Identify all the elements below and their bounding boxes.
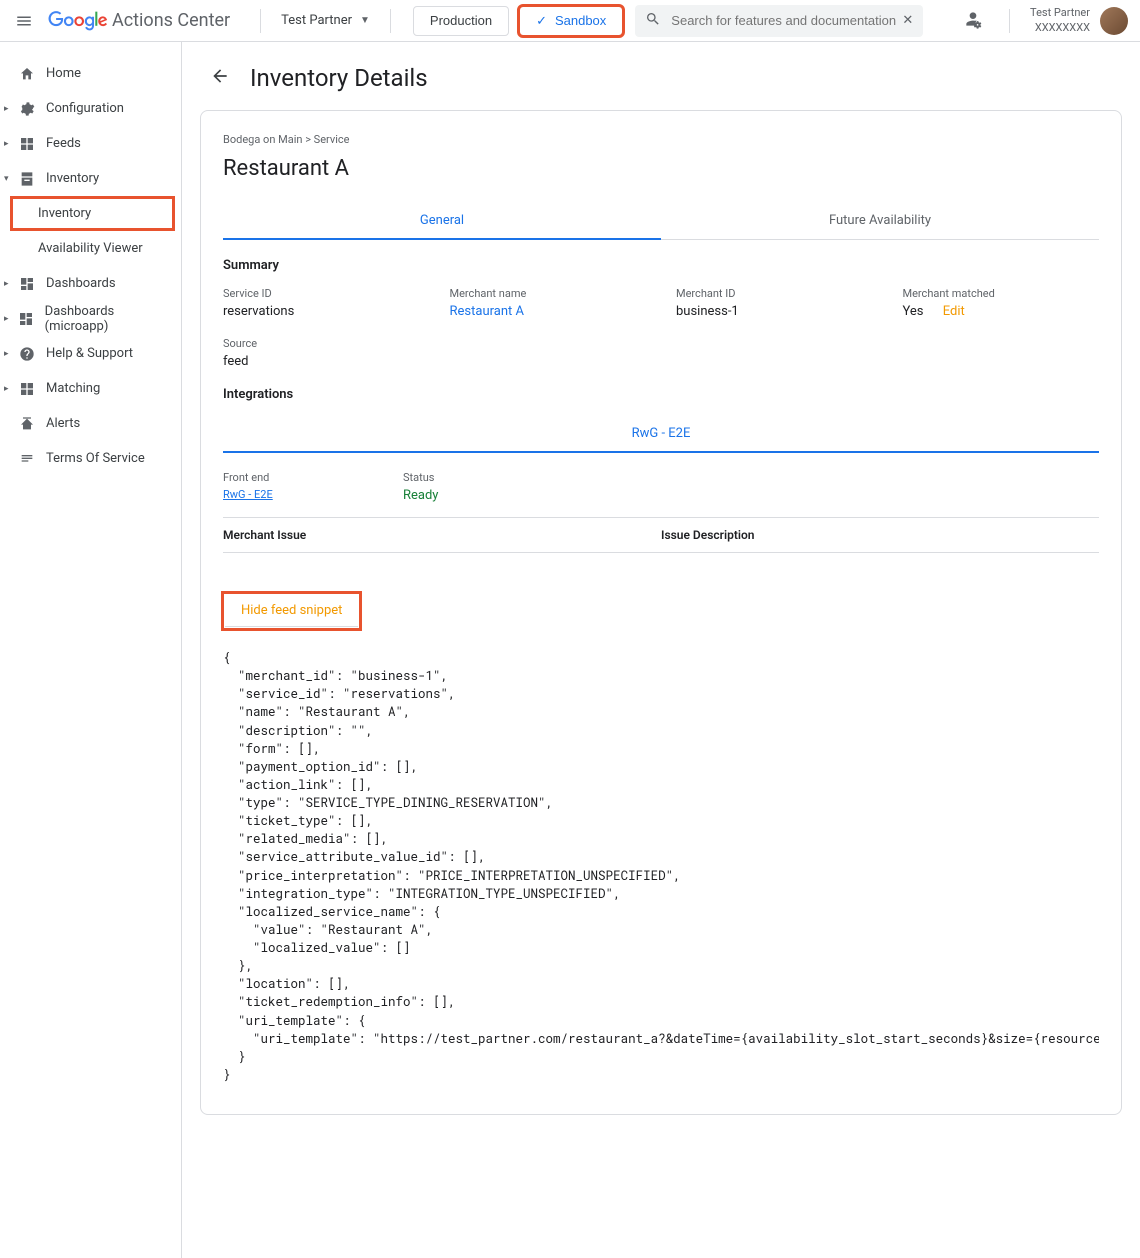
nav-help[interactable]: ▸ Help & Support xyxy=(0,336,181,371)
product-name: Actions Center xyxy=(112,10,230,31)
search-input[interactable] xyxy=(671,13,902,28)
tab-future-availability[interactable]: Future Availability xyxy=(661,203,1099,239)
document-icon xyxy=(18,451,36,467)
grid-icon xyxy=(18,136,36,152)
user-name: Test Partner xyxy=(1030,6,1090,20)
merchant-id-value: business-1 xyxy=(676,304,873,319)
merchant-id-label: Merchant ID xyxy=(676,287,873,300)
nav-dashboards[interactable]: ▸ Dashboards xyxy=(0,266,181,301)
breadcrumb: Bodega on Main > Service xyxy=(223,133,1099,146)
main-content: Inventory Details Bodega on Main > Servi… xyxy=(182,42,1140,1258)
alert-icon xyxy=(18,416,36,432)
source-value: feed xyxy=(223,354,420,369)
grid-icon xyxy=(18,381,36,397)
service-id-label: Service ID xyxy=(223,287,420,300)
source-label: Source xyxy=(223,337,420,350)
service-id-value: reservations xyxy=(223,304,420,319)
nav-alerts[interactable]: Alerts xyxy=(0,406,181,441)
inventory-icon xyxy=(18,171,36,187)
chevron-right-icon: ▸ xyxy=(4,104,9,114)
nav-configuration[interactable]: ▸ Configuration xyxy=(0,91,181,126)
nav-feeds[interactable]: ▸ Feeds xyxy=(0,126,181,161)
check-icon: ✓ xyxy=(536,13,547,29)
integration-tab[interactable]: RwG - E2E xyxy=(223,416,1099,453)
frontend-label: Front end xyxy=(223,471,373,484)
nav-availability-viewer[interactable]: Availability Viewer xyxy=(0,231,181,266)
feed-snippet-code: { "merchant_id": "business-1", "service_… xyxy=(223,649,1099,1084)
chevron-right-icon: ▸ xyxy=(4,349,9,359)
menu-icon[interactable] xyxy=(12,9,36,33)
search-icon xyxy=(645,11,661,31)
dashboard-icon xyxy=(18,311,35,327)
divider xyxy=(260,9,261,33)
tab-general[interactable]: General xyxy=(223,203,661,240)
merchant-matched-label: Merchant matched xyxy=(903,287,1100,300)
nav-inventory[interactable]: ▾ Inventory xyxy=(0,161,181,196)
frontend-link[interactable]: RwG - E2E xyxy=(223,488,373,501)
chevron-right-icon: ▸ xyxy=(4,139,9,149)
chevron-down-icon: ▾ xyxy=(4,174,9,184)
merchant-name-link[interactable]: Restaurant A xyxy=(450,304,647,319)
nav-inventory-sub[interactable]: Inventory xyxy=(10,196,175,231)
issue-col-description: Issue Description xyxy=(661,528,1099,542)
nav-dashboards-micro[interactable]: ▸ Dashboards (microapp) xyxy=(0,301,181,336)
help-icon xyxy=(18,346,36,362)
edit-link[interactable]: Edit xyxy=(943,304,965,319)
status-label: Status xyxy=(403,471,1099,484)
divider xyxy=(1009,9,1010,33)
merchant-matched-value: Yes xyxy=(903,304,924,319)
user-sub: XXXXXXXX xyxy=(1030,21,1090,35)
sidebar: Home ▸ Configuration ▸ Feeds ▾ Inventory… xyxy=(0,42,182,1258)
nav-tos[interactable]: Terms Of Service xyxy=(0,441,181,476)
search-box[interactable]: ✕ xyxy=(635,5,923,37)
production-button[interactable]: Production xyxy=(413,6,509,36)
entity-title: Restaurant A xyxy=(223,156,1099,181)
chevron-right-icon: ▸ xyxy=(4,384,9,394)
nav-matching[interactable]: ▸ Matching xyxy=(0,371,181,406)
settings-people-icon[interactable] xyxy=(963,9,983,33)
chevron-right-icon: ▸ xyxy=(4,279,9,289)
tabs: General Future Availability xyxy=(223,203,1099,240)
page-title: Inventory Details xyxy=(250,64,428,92)
section-integrations: Integrations xyxy=(223,387,1099,402)
logo[interactable]: Actions Center xyxy=(48,10,230,31)
avatar[interactable] xyxy=(1100,7,1128,35)
close-icon[interactable]: ✕ xyxy=(902,13,913,28)
partner-selector[interactable]: Test Partner ▼ xyxy=(273,13,378,28)
divider xyxy=(390,9,391,33)
hide-feed-snippet-button[interactable]: Hide feed snippet xyxy=(225,595,358,627)
chevron-right-icon: ▸ xyxy=(4,314,9,324)
back-arrow-icon[interactable] xyxy=(210,66,230,90)
home-icon xyxy=(18,66,36,82)
user-menu[interactable]: Test Partner XXXXXXXX xyxy=(1030,6,1128,35)
issue-col-merchant: Merchant Issue xyxy=(223,528,661,542)
status-value: Ready xyxy=(403,488,1099,503)
nav-home[interactable]: Home xyxy=(0,56,181,91)
app-header: Actions Center Test Partner ▼ Production… xyxy=(0,0,1140,42)
section-summary: Summary xyxy=(223,258,1099,273)
chevron-down-icon: ▼ xyxy=(360,15,370,26)
details-card: Bodega on Main > Service Restaurant A Ge… xyxy=(200,110,1122,1115)
dashboard-icon xyxy=(18,276,36,292)
merchant-name-label: Merchant name xyxy=(450,287,647,300)
gear-icon xyxy=(18,101,36,117)
sandbox-button[interactable]: ✓ Sandbox xyxy=(519,6,623,36)
